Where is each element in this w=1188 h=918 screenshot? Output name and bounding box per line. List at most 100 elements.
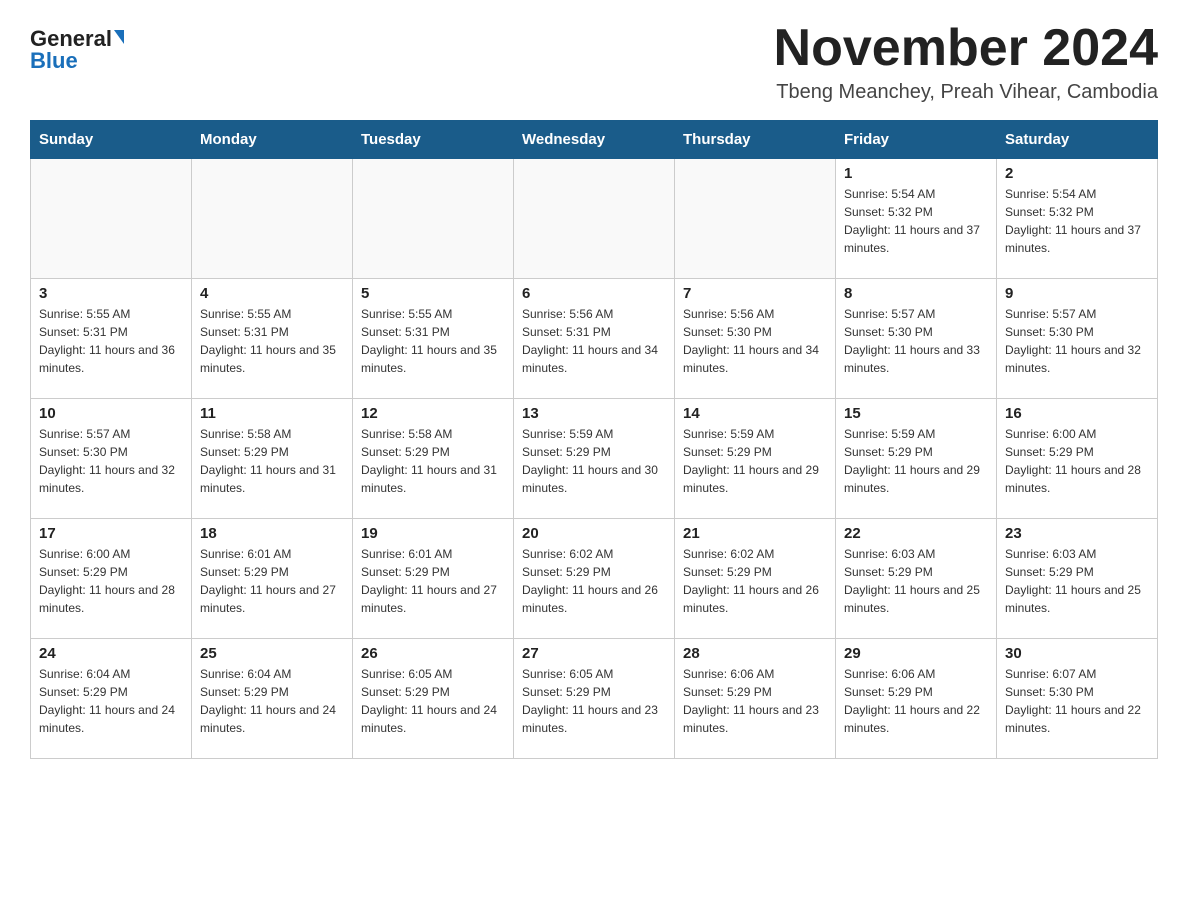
logo: General Blue [30, 28, 124, 72]
sun-info: Sunrise: 6:02 AMSunset: 5:29 PMDaylight:… [683, 545, 827, 617]
sun-info: Sunrise: 6:00 AMSunset: 5:29 PMDaylight:… [1005, 425, 1149, 497]
sun-info: Sunrise: 6:05 AMSunset: 5:29 PMDaylight:… [522, 665, 666, 737]
title-block: November 2024 Tbeng Meanchey, Preah Vihe… [774, 20, 1158, 104]
calendar-cell-4-0: 24 Sunrise: 6:04 AMSunset: 5:29 PMDayligh… [31, 639, 192, 759]
day-number: 5 [361, 285, 505, 302]
day-number: 16 [1005, 405, 1149, 422]
day-number: 29 [844, 645, 988, 662]
calendar-cell-1-5: 8 Sunrise: 5:57 AMSunset: 5:30 PMDaylight… [836, 279, 997, 399]
sun-info: Sunrise: 5:54 AMSunset: 5:32 PMDaylight:… [1005, 185, 1149, 257]
day-number: 13 [522, 405, 666, 422]
day-number: 25 [200, 645, 344, 662]
calendar-cell-4-1: 25 Sunrise: 6:04 AMSunset: 5:29 PMDayligh… [192, 639, 353, 759]
calendar-cell-2-3: 13Sunrise: 5:59 AMSunset: 5:29 PMDayligh… [514, 399, 675, 519]
day-number: 15 [844, 405, 988, 422]
day-number: 24 [39, 645, 183, 662]
calendar-cell-2-1: 11 Sunrise: 5:58 AMSunset: 5:29 PMDayligh… [192, 399, 353, 519]
sun-info: Sunrise: 6:04 AMSunset: 5:29 PMDaylight:… [39, 665, 183, 737]
calendar-cell-3-4: 21Sunrise: 6:02 AMSunset: 5:29 PMDayligh… [675, 519, 836, 639]
calendar-cell-1-6: 9 Sunrise: 5:57 AMSunset: 5:30 PMDaylight… [997, 279, 1158, 399]
day-number: 3 [39, 285, 183, 302]
day-number: 4 [200, 285, 344, 302]
calendar-cell-0-6: 2 Sunrise: 5:54 AMSunset: 5:32 PMDaylight… [997, 159, 1158, 279]
logo-blue-text: Blue [30, 50, 78, 72]
day-number: 26 [361, 645, 505, 662]
sun-info: Sunrise: 5:57 AMSunset: 5:30 PMDaylight:… [844, 305, 988, 377]
sun-info: Sunrise: 5:56 AMSunset: 5:30 PMDaylight:… [683, 305, 827, 377]
logo-arrow-icon [114, 30, 124, 44]
calendar-cell-3-1: 18 Sunrise: 6:01 AMSunset: 5:29 PMDayligh… [192, 519, 353, 639]
header-friday: Friday [836, 121, 997, 159]
sun-info: Sunrise: 5:57 AMSunset: 5:30 PMDaylight:… [1005, 305, 1149, 377]
day-number: 1 [844, 165, 988, 182]
calendar-cell-3-2: 19 Sunrise: 6:01 AMSunset: 5:29 PMDayligh… [353, 519, 514, 639]
calendar-cell-0-1 [192, 159, 353, 279]
header-sunday: Sunday [31, 121, 192, 159]
calendar-cell-4-5: 29 Sunrise: 6:06 AMSunset: 5:29 PMDayligh… [836, 639, 997, 759]
calendar-cell-2-4: 14Sunrise: 5:59 AMSunset: 5:29 PMDayligh… [675, 399, 836, 519]
calendar-cell-1-2: 5 Sunrise: 5:55 AMSunset: 5:31 PMDaylight… [353, 279, 514, 399]
day-number: 9 [1005, 285, 1149, 302]
sun-info: Sunrise: 6:06 AMSunset: 5:29 PMDaylight:… [844, 665, 988, 737]
week-row-5: 24 Sunrise: 6:04 AMSunset: 5:29 PMDayligh… [31, 639, 1158, 759]
calendar-cell-4-6: 30 Sunrise: 6:07 AMSunset: 5:30 PMDayligh… [997, 639, 1158, 759]
sun-info: Sunrise: 6:01 AMSunset: 5:29 PMDaylight:… [200, 545, 344, 617]
header-tuesday: Tuesday [353, 121, 514, 159]
sun-info: Sunrise: 5:58 AMSunset: 5:29 PMDaylight:… [361, 425, 505, 497]
sun-info: Sunrise: 5:55 AMSunset: 5:31 PMDaylight:… [361, 305, 505, 377]
week-row-2: 3 Sunrise: 5:55 AMSunset: 5:31 PMDaylight… [31, 279, 1158, 399]
calendar-cell-4-3: 27 Sunrise: 6:05 AMSunset: 5:29 PMDayligh… [514, 639, 675, 759]
sun-info: Sunrise: 6:04 AMSunset: 5:29 PMDaylight:… [200, 665, 344, 737]
header: General Blue November 2024 Tbeng Meanche… [30, 20, 1158, 104]
calendar-title: November 2024 [774, 20, 1158, 77]
sun-info: Sunrise: 5:54 AMSunset: 5:32 PMDaylight:… [844, 185, 988, 257]
day-number: 30 [1005, 645, 1149, 662]
calendar-table: Sunday Monday Tuesday Wednesday Thursday… [30, 120, 1158, 759]
day-number: 22 [844, 525, 988, 542]
day-number: 14 [683, 405, 827, 422]
calendar-cell-4-2: 26 Sunrise: 6:05 AMSunset: 5:29 PMDayligh… [353, 639, 514, 759]
calendar-cell-3-3: 20 Sunrise: 6:02 AMSunset: 5:29 PMDayligh… [514, 519, 675, 639]
sun-info: Sunrise: 6:05 AMSunset: 5:29 PMDaylight:… [361, 665, 505, 737]
sun-info: Sunrise: 6:03 AMSunset: 5:29 PMDaylight:… [1005, 545, 1149, 617]
calendar-cell-3-0: 17Sunrise: 6:00 AMSunset: 5:29 PMDayligh… [31, 519, 192, 639]
week-row-1: 1 Sunrise: 5:54 AMSunset: 5:32 PMDaylight… [31, 159, 1158, 279]
day-number: 12 [361, 405, 505, 422]
sun-info: Sunrise: 6:00 AMSunset: 5:29 PMDaylight:… [39, 545, 183, 617]
day-number: 8 [844, 285, 988, 302]
calendar-cell-0-4 [675, 159, 836, 279]
sun-info: Sunrise: 6:07 AMSunset: 5:30 PMDaylight:… [1005, 665, 1149, 737]
day-number: 28 [683, 645, 827, 662]
sun-info: Sunrise: 6:01 AMSunset: 5:29 PMDaylight:… [361, 545, 505, 617]
day-number: 18 [200, 525, 344, 542]
sun-info: Sunrise: 6:06 AMSunset: 5:29 PMDaylight:… [683, 665, 827, 737]
calendar-cell-2-5: 15 Sunrise: 5:59 AMSunset: 5:29 PMDayligh… [836, 399, 997, 519]
week-row-4: 17Sunrise: 6:00 AMSunset: 5:29 PMDayligh… [31, 519, 1158, 639]
calendar-cell-1-1: 4 Sunrise: 5:55 AMSunset: 5:31 PMDaylight… [192, 279, 353, 399]
calendar-cell-2-0: 10Sunrise: 5:57 AMSunset: 5:30 PMDayligh… [31, 399, 192, 519]
sun-info: Sunrise: 6:03 AMSunset: 5:29 PMDaylight:… [844, 545, 988, 617]
day-number: 19 [361, 525, 505, 542]
header-monday: Monday [192, 121, 353, 159]
week-row-3: 10Sunrise: 5:57 AMSunset: 5:30 PMDayligh… [31, 399, 1158, 519]
calendar-cell-0-2 [353, 159, 514, 279]
sun-info: Sunrise: 5:59 AMSunset: 5:29 PMDaylight:… [844, 425, 988, 497]
sun-info: Sunrise: 5:56 AMSunset: 5:31 PMDaylight:… [522, 305, 666, 377]
day-number: 11 [200, 405, 344, 422]
logo-general-text: General [30, 28, 112, 50]
calendar-cell-1-3: 6Sunrise: 5:56 AMSunset: 5:31 PMDaylight… [514, 279, 675, 399]
day-number: 27 [522, 645, 666, 662]
calendar-cell-4-4: 28 Sunrise: 6:06 AMSunset: 5:29 PMDayligh… [675, 639, 836, 759]
day-number: 2 [1005, 165, 1149, 182]
sun-info: Sunrise: 5:55 AMSunset: 5:31 PMDaylight:… [39, 305, 183, 377]
calendar-subtitle: Tbeng Meanchey, Preah Vihear, Cambodia [774, 81, 1158, 104]
day-number: 20 [522, 525, 666, 542]
calendar-cell-0-3 [514, 159, 675, 279]
header-thursday: Thursday [675, 121, 836, 159]
sun-info: Sunrise: 5:58 AMSunset: 5:29 PMDaylight:… [200, 425, 344, 497]
day-number: 7 [683, 285, 827, 302]
calendar-cell-2-6: 16 Sunrise: 6:00 AMSunset: 5:29 PMDayligh… [997, 399, 1158, 519]
sun-info: Sunrise: 5:55 AMSunset: 5:31 PMDaylight:… [200, 305, 344, 377]
sun-info: Sunrise: 6:02 AMSunset: 5:29 PMDaylight:… [522, 545, 666, 617]
header-saturday: Saturday [997, 121, 1158, 159]
